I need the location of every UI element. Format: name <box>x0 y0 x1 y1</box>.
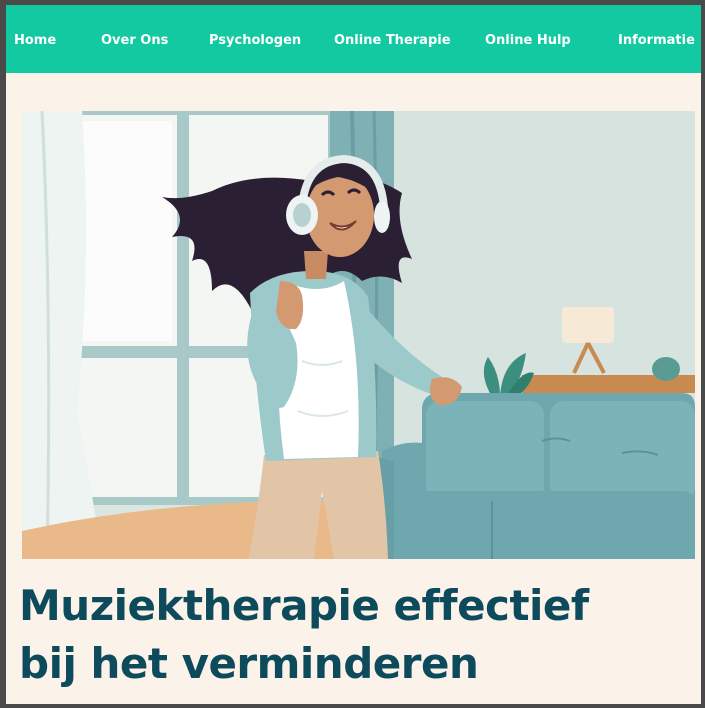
nav-informatie[interactable]: Informatie <box>618 5 695 73</box>
page-frame: Home Over Ons Psychologen Online Therapi… <box>0 0 705 708</box>
nav-home[interactable]: Home <box>14 5 56 73</box>
main-nav: Home Over Ons Psychologen Online Therapi… <box>6 5 701 73</box>
article-title-line-2: bij het verminderen <box>19 639 479 688</box>
nav-psychologen[interactable]: Psychologen <box>209 5 301 73</box>
nav-online-hulp[interactable]: Online Hulp <box>485 5 571 73</box>
hero-illustration <box>22 111 695 559</box>
article-title: Muziektherapie effectief bij het vermind… <box>19 577 689 693</box>
nav-over-ons[interactable]: Over Ons <box>101 5 168 73</box>
article-title-line-1: Muziektherapie effectief <box>19 581 589 630</box>
nav-online-therapie[interactable]: Online Therapie <box>334 5 451 73</box>
woman-dancing-illustration <box>22 111 695 559</box>
